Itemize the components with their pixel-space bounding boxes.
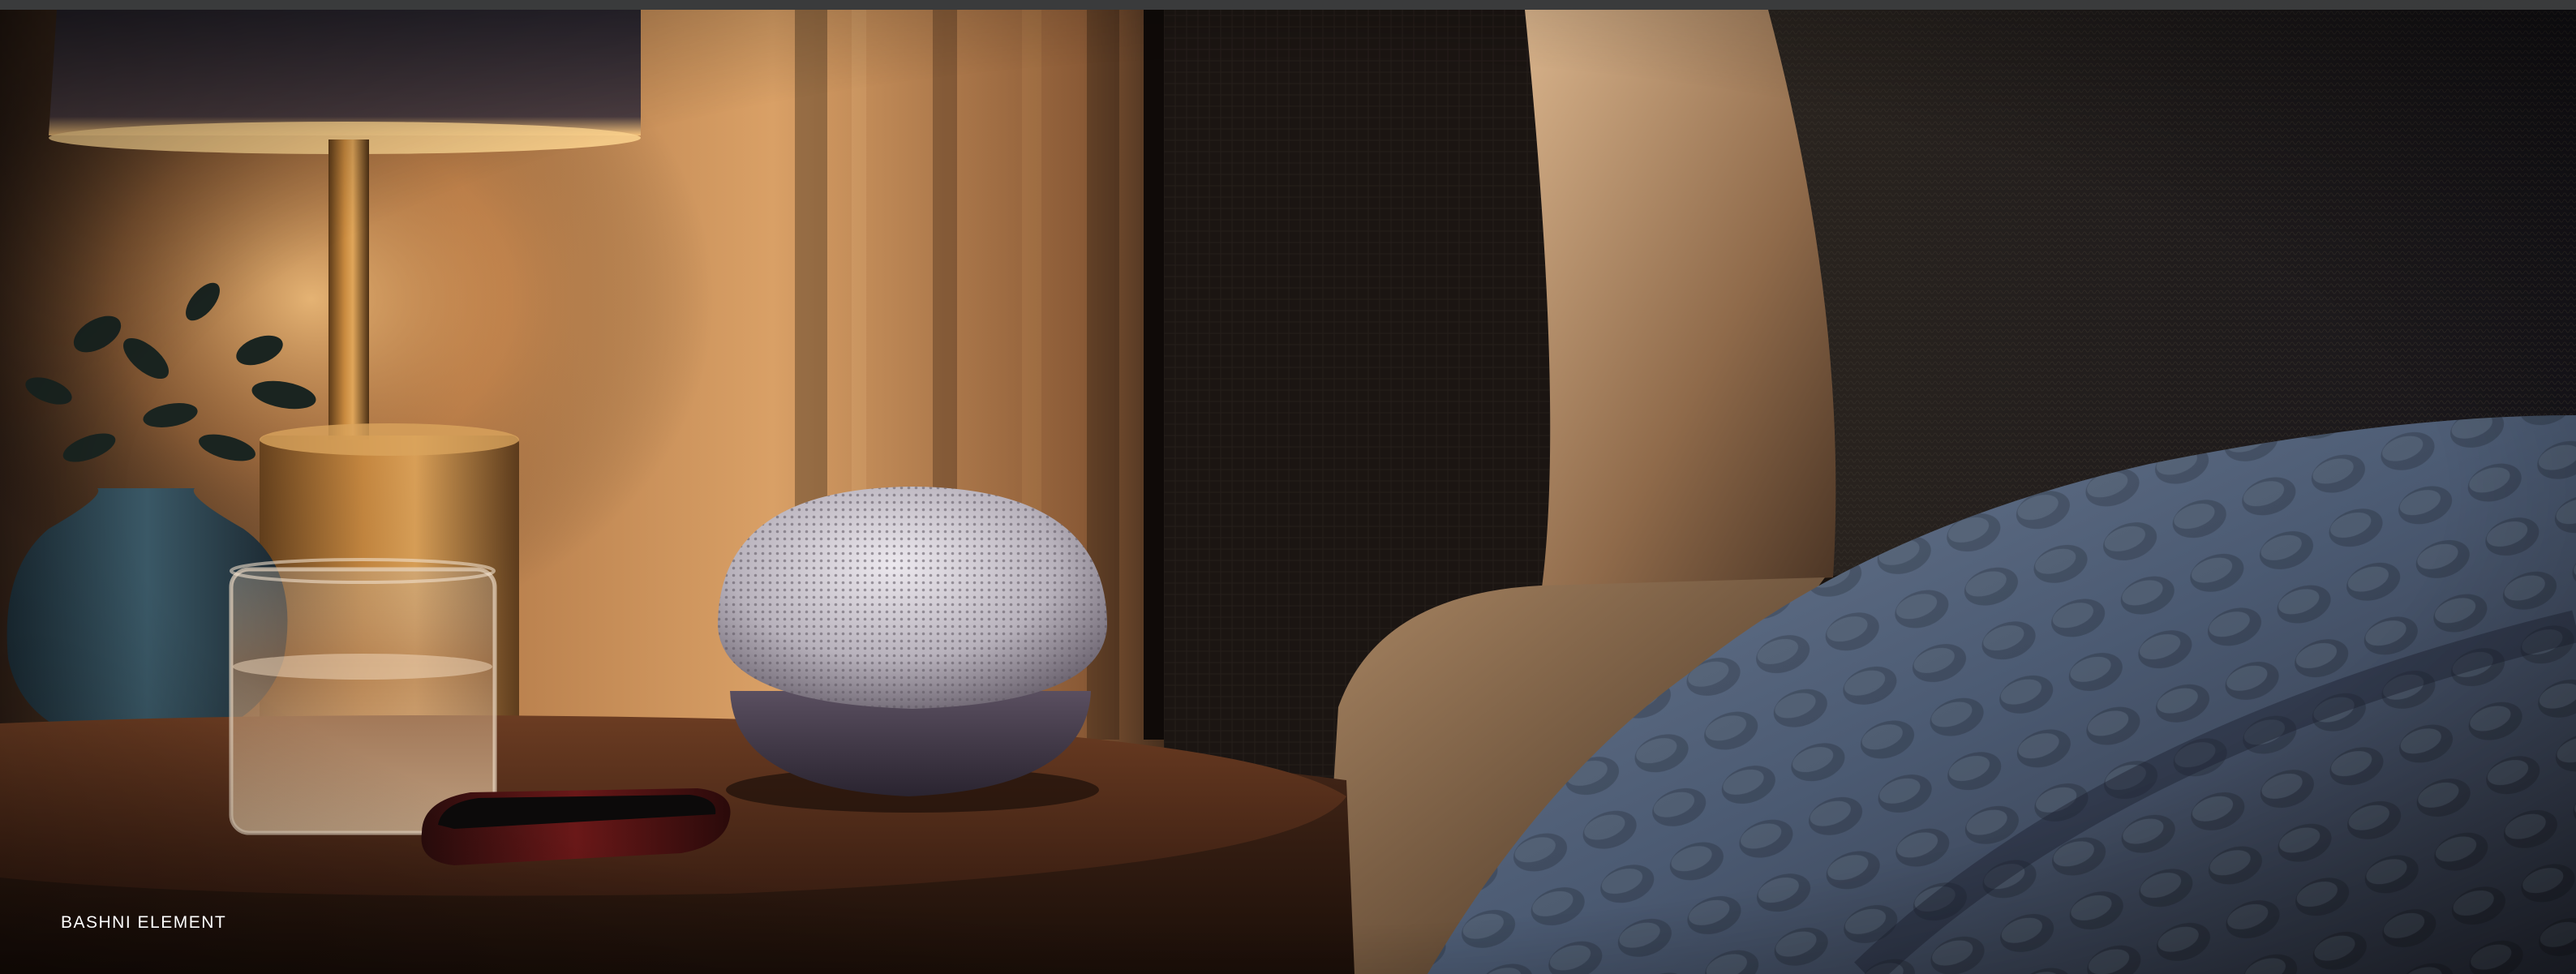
page: BASHNI ELEMENT xyxy=(0,0,2576,974)
vignette xyxy=(0,10,2576,974)
caption-text: BASHNI ELEMENT xyxy=(61,913,227,932)
bedroom-scene-svg xyxy=(0,10,2576,974)
bedroom-photo xyxy=(0,10,2576,974)
top-bar xyxy=(0,0,2576,10)
